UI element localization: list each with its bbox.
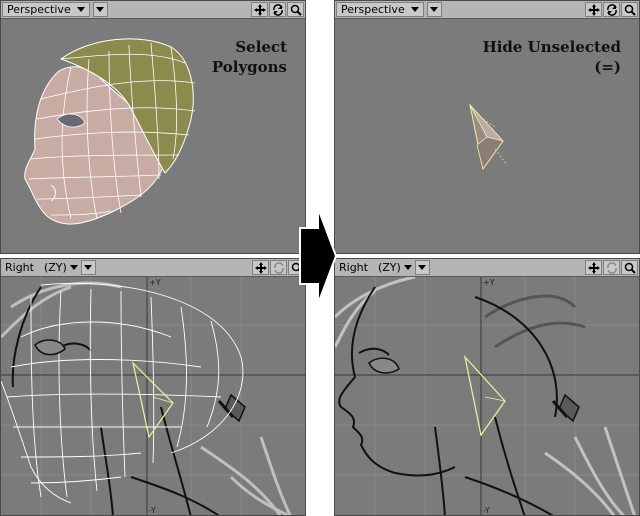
- view-type-menu[interactable]: Perspective: [336, 2, 424, 17]
- instruction-line-1: Select: [235, 38, 287, 56]
- viewport-options-button[interactable]: [426, 2, 442, 17]
- view-type-label[interactable]: Right: [335, 261, 372, 274]
- move-view-button[interactable]: [585, 2, 602, 17]
- rotate-view-button[interactable]: [269, 2, 286, 17]
- zoom-view-button[interactable]: [621, 260, 638, 275]
- axis-menu[interactable]: (ZY): [44, 261, 78, 274]
- rotate-icon: [272, 3, 283, 16]
- zoom-view-button[interactable]: [287, 2, 304, 17]
- axis-label: (ZY): [43, 261, 67, 274]
- dropdown-arrow-icon: [418, 265, 427, 270]
- dropdown-arrow-icon: [69, 265, 78, 270]
- zoom-view-button[interactable]: [621, 2, 638, 17]
- rotate-icon: [606, 3, 617, 16]
- move-icon: [254, 261, 267, 274]
- viewport-toolbar: Perspective: [335, 1, 639, 19]
- side-view-canvas: +Y -Y: [1, 277, 305, 515]
- dropdown-arrow-icon: [84, 265, 93, 270]
- zoom-icon: [624, 4, 636, 16]
- instruction-line-1: Hide Unselected: [482, 38, 621, 56]
- viewport-options-button[interactable]: [92, 2, 108, 17]
- move-view-button[interactable]: [252, 260, 269, 275]
- view-type-label[interactable]: Right: [1, 261, 38, 274]
- view-type-menu[interactable]: Perspective: [2, 2, 90, 17]
- move-icon: [587, 261, 600, 274]
- dropdown-arrow-icon: [76, 7, 85, 12]
- side-view-canvas: +Y -Y: [335, 277, 639, 515]
- dropdown-arrow-icon: [403, 265, 412, 270]
- rotate-view-button[interactable]: [270, 260, 287, 275]
- rotate-view-button[interactable]: [603, 260, 620, 275]
- view-type-label: Perspective: [7, 3, 71, 16]
- move-view-button[interactable]: [585, 260, 602, 275]
- zoom-icon: [290, 4, 302, 16]
- viewport-top-left[interactable]: Perspective Select Polygons: [0, 0, 306, 254]
- viewport-bottom-left[interactable]: Right (ZY) +Y -Y: [0, 258, 306, 516]
- minus-y-label: -Y: [483, 506, 490, 515]
- dropdown-arrow-icon: [430, 7, 439, 12]
- rotate-icon: [273, 261, 284, 274]
- viewport-toolbar: Perspective: [1, 1, 305, 19]
- move-icon: [253, 3, 266, 16]
- instruction-line-2: Polygons: [211, 58, 287, 76]
- plus-y-label: +Y: [149, 278, 161, 287]
- transition-arrow-icon: [299, 207, 338, 305]
- instruction-line-2: (=): [594, 58, 621, 76]
- plus-y-label: +Y: [483, 278, 495, 287]
- axis-menu[interactable]: (ZY): [378, 261, 412, 274]
- minus-y-label: -Y: [149, 506, 156, 515]
- instruction-text: Hide Unselected (=): [483, 37, 621, 77]
- viewport-bottom-right[interactable]: Right (ZY) +Y -Y: [334, 258, 640, 516]
- transition-arrow: [298, 206, 338, 306]
- move-icon: [587, 3, 600, 16]
- axis-label: (ZY): [377, 261, 401, 274]
- move-view-button[interactable]: [251, 2, 268, 17]
- view-type-label: Perspective: [341, 3, 405, 16]
- viewport-toolbar: Right (ZY): [1, 259, 305, 277]
- viewport-options-button[interactable]: [80, 260, 96, 275]
- rotate-view-button[interactable]: [603, 2, 620, 17]
- viewport-top-right[interactable]: Perspective Hide Unselected (=): [334, 0, 640, 254]
- viewport-options-button[interactable]: [414, 260, 430, 275]
- rotate-icon: [606, 261, 617, 274]
- instruction-text: Select Polygons: [212, 37, 287, 77]
- zoom-icon: [624, 262, 636, 274]
- viewport-toolbar: Right (ZY): [335, 259, 639, 277]
- dropdown-arrow-icon: [410, 7, 419, 12]
- dropdown-arrow-icon: [96, 7, 105, 12]
